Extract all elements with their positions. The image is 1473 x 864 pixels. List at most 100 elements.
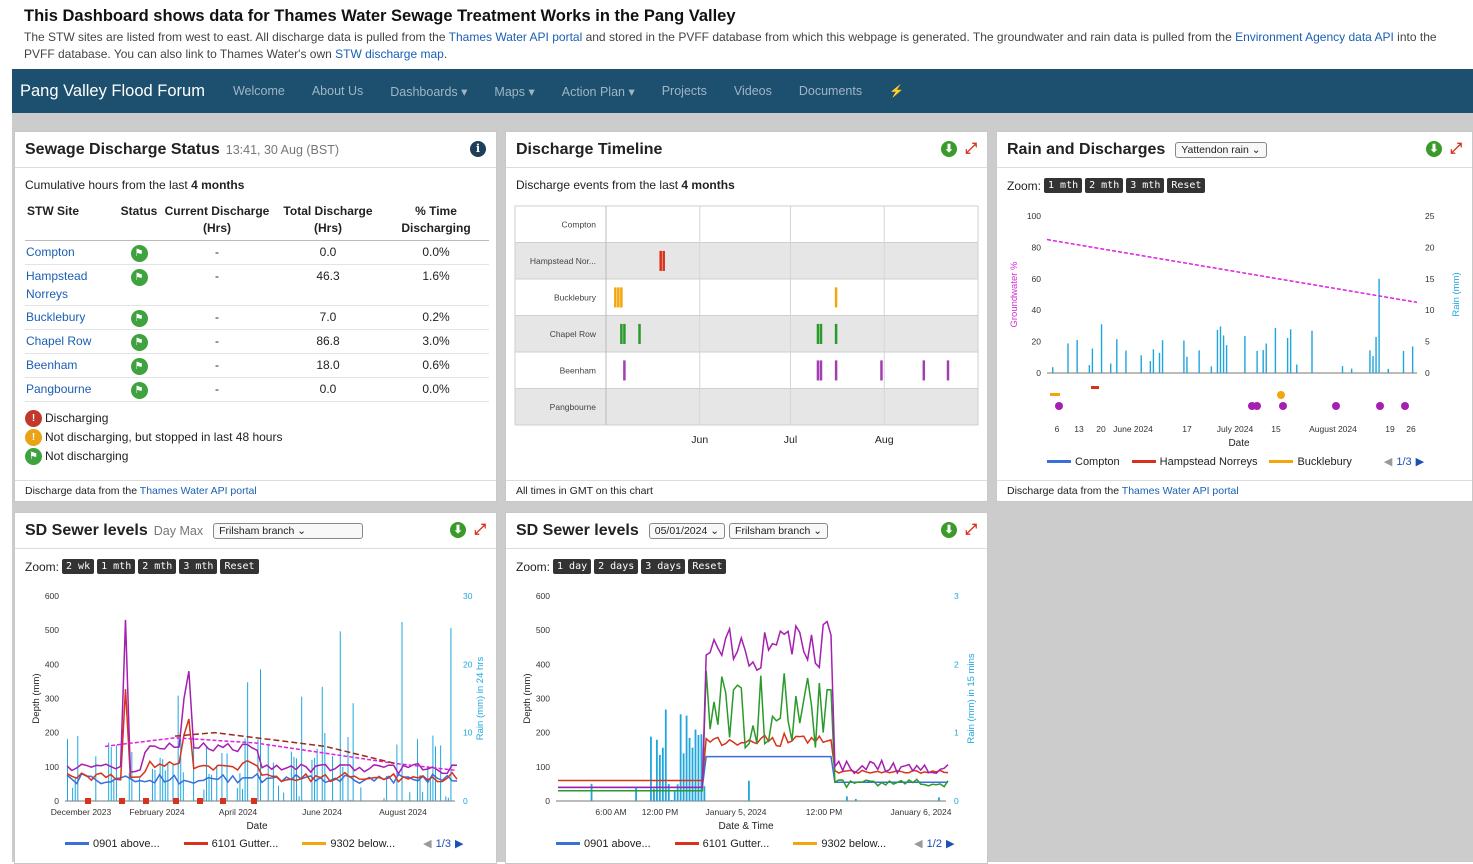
site-link[interactable]: Compton (26, 245, 75, 259)
zoom-reset-button[interactable]: Reset (1167, 178, 1205, 193)
rain-bar (1388, 369, 1389, 373)
thames-api-link[interactable]: Thames Water API portal (449, 30, 583, 44)
rain-bar (206, 747, 207, 801)
rain-bar (360, 787, 361, 801)
timeline-event (662, 251, 665, 271)
stw-table: STW Site Status Current Discharge (Hrs) … (25, 200, 489, 402)
zoom-2days-button[interactable]: 2 days (594, 559, 638, 574)
stw-map-link[interactable]: STW discharge map (335, 47, 444, 61)
discharge-marker (1050, 393, 1060, 396)
rain-bar (1351, 369, 1352, 373)
discharge-marker (173, 798, 179, 804)
download-icon[interactable]: ⬇ (1426, 141, 1442, 157)
ea-api-link[interactable]: Environment Agency data API (1235, 30, 1394, 44)
rain-bar (152, 769, 153, 801)
zoom-3mth-button[interactable]: 3 mth (179, 559, 217, 574)
table-row: Beenham ⚑ - 18.0 0.6% (25, 354, 489, 378)
rain-bar (278, 786, 279, 801)
rain-bar (1092, 349, 1093, 373)
rain-bar (67, 739, 68, 801)
discharge-marker (1279, 402, 1287, 410)
pager-prev-icon[interactable]: ◀ (1384, 455, 1392, 468)
zoom-3mth-button[interactable]: 3 mth (1126, 178, 1164, 193)
x-axis-label: Date (246, 821, 268, 832)
timeline-row-label: Chapel Row (550, 329, 597, 339)
zoom-reset-button[interactable]: Reset (688, 559, 726, 574)
col-current: Current Discharge (Hrs) (161, 200, 273, 241)
rain-bar (1342, 366, 1343, 373)
flag-icon: ⚑ (131, 382, 148, 399)
date-select[interactable]: 05/01/2024 ⌄ (649, 523, 725, 539)
rain-bar (216, 765, 217, 801)
rain-bar (1296, 365, 1297, 373)
expand-icon[interactable]: ⤢ (965, 522, 977, 538)
site-link[interactable]: Pangbourne (26, 382, 91, 396)
pager-next-icon[interactable]: ▶ (1416, 455, 1424, 468)
thames-api-footer-link[interactable]: Thames Water API portal (140, 485, 257, 497)
branch-select[interactable]: Frilsham branch ⌄ (213, 523, 363, 539)
zoom-reset-button[interactable]: Reset (220, 559, 258, 574)
rain-bar (1162, 340, 1163, 373)
timeline-event (820, 360, 823, 380)
info-icon[interactable]: i (470, 141, 486, 157)
discharge-marker (1376, 402, 1384, 410)
rain-bar (183, 772, 184, 801)
zoom-2wk-button[interactable]: 2 wk (62, 559, 94, 574)
expand-icon[interactable]: ⤢ (965, 141, 977, 157)
table-row: Pangbourne ⚑ - 0.0 0.0% (25, 378, 489, 402)
site-link[interactable]: Beenham (26, 358, 77, 372)
rain-bar (108, 743, 109, 801)
zoom-1mth-button[interactable]: 1 mth (1044, 178, 1082, 193)
rain-gauge-select[interactable]: Yattendon rain ⌄ (1175, 142, 1266, 158)
rain-bar (938, 797, 940, 801)
y2-axis-label: Rain (mm) in 24 hrs (475, 657, 486, 741)
download-icon[interactable]: ⬇ (450, 522, 466, 538)
y-tick-label: 500 (536, 625, 550, 635)
expand-icon[interactable]: ⤢ (474, 522, 486, 538)
rain-bar (324, 733, 325, 801)
download-icon[interactable]: ⬇ (941, 141, 957, 157)
nav-about-us[interactable]: About Us (312, 84, 363, 98)
brand-link[interactable]: Pang Valley Flood Forum (20, 82, 205, 101)
pager-prev-icon[interactable]: ◀ (914, 837, 922, 850)
zoom-2mth-button[interactable]: 2 mth (138, 559, 176, 574)
zoom-1day-button[interactable]: 1 day (553, 559, 591, 574)
site-link[interactable]: Hampstead Norreys (26, 269, 87, 301)
branch-select[interactable]: Frilsham branch ⌄ (729, 523, 828, 539)
nav-dashboards[interactable]: Dashboards ▾ (390, 84, 467, 99)
zoom-1mth-button[interactable]: 1 mth (97, 559, 135, 574)
nav-videos[interactable]: Videos (734, 84, 772, 98)
rain-zoom: Zoom: 1 mth 2 mth 3 mth Reset (997, 168, 1472, 197)
nav-welcome[interactable]: Welcome (233, 84, 285, 98)
zoom-3days-button[interactable]: 3 days (641, 559, 685, 574)
pager-next-icon[interactable]: ▶ (455, 837, 463, 850)
rain-bar (283, 793, 284, 801)
rain-bar (591, 784, 593, 801)
status-panel: Sewage Discharge Status 13:41, 30 Aug (B… (14, 131, 497, 502)
pager-next-icon[interactable]: ▶ (946, 837, 954, 850)
nav-maps[interactable]: Maps ▾ (494, 84, 534, 99)
site-link[interactable]: Bucklebury (26, 310, 85, 324)
expand-icon[interactable]: ⤢ (1450, 141, 1462, 157)
site-link[interactable]: Chapel Row (26, 334, 91, 348)
rain-bar (656, 740, 658, 801)
y2-tick-label: 1 (954, 728, 959, 738)
timeline-event (923, 360, 926, 380)
rain-bar (674, 791, 676, 801)
lightning-icon[interactable]: ⚡ (889, 84, 904, 98)
nav-documents[interactable]: Documents (799, 84, 862, 98)
rain-bar (1372, 356, 1373, 373)
rain-bar (268, 744, 269, 801)
timeline-event (835, 324, 838, 344)
thames-api-footer-link[interactable]: Thames Water API portal (1122, 485, 1239, 497)
timeline-event (659, 251, 662, 271)
pager-prev-icon[interactable]: ◀ (423, 837, 431, 850)
nav-projects[interactable]: Projects (662, 84, 707, 98)
nav-action-plan[interactable]: Action Plan ▾ (562, 84, 635, 99)
flag-icon: ⚑ (131, 245, 148, 262)
x-tick-label: 6:00 AM (595, 807, 626, 817)
x-tick-label: April 2024 (219, 807, 258, 817)
x-tick-label: 26 (1406, 424, 1416, 434)
download-icon[interactable]: ⬇ (941, 522, 957, 538)
zoom-2mth-button[interactable]: 2 mth (1085, 178, 1123, 193)
